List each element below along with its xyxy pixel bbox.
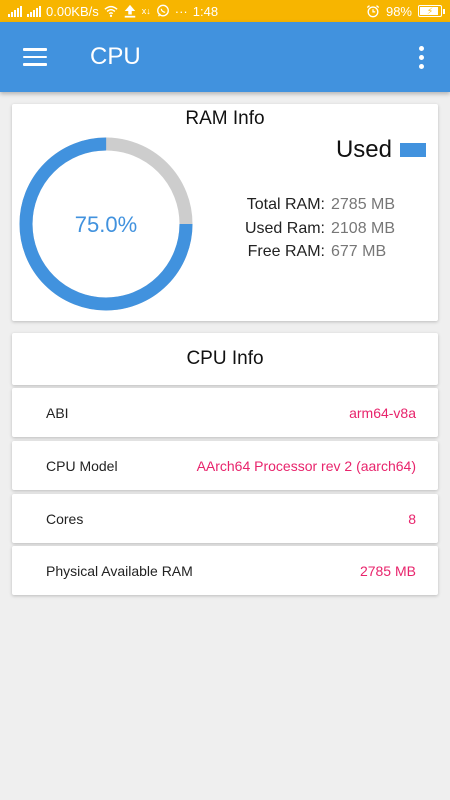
battery-percent: 98% bbox=[385, 3, 412, 19]
ram-info-card: RAM Info 75.0% Used Total RAM: 2785 MB U… bbox=[12, 104, 438, 321]
whatsapp-icon bbox=[156, 4, 169, 17]
row-value: 8 bbox=[408, 510, 416, 527]
row-label: Cores bbox=[46, 510, 84, 527]
row-value: arm64-v8a bbox=[349, 404, 416, 421]
legend-used-label: Used bbox=[335, 136, 392, 163]
cpu-info-row-physical-ram: Physical Available RAM 2785 MB bbox=[12, 546, 438, 595]
stat-used-ram: Used Ram: 2108 MB bbox=[212, 217, 395, 241]
stat-label: Total RAM: bbox=[246, 196, 325, 213]
wifi-icon bbox=[104, 5, 118, 17]
ram-legend: Used bbox=[336, 136, 426, 164]
status-time: 1:48 bbox=[192, 3, 219, 19]
status-bar: 0.00KB/s x↓ ··· 1:48 98% ⚡ bbox=[0, 0, 450, 22]
app-title: CPU bbox=[90, 43, 141, 70]
alarm-icon bbox=[366, 5, 380, 18]
row-value: 2785 MB bbox=[359, 562, 416, 579]
data-indicator: x↓ bbox=[141, 6, 151, 16]
app-bar: CPU bbox=[0, 22, 450, 92]
status-left: 0.00KB/s x↓ ··· 1:48 bbox=[8, 4, 218, 19]
ram-donut-chart: 75.0% bbox=[19, 137, 193, 311]
ram-percent-label: 75.0% bbox=[75, 212, 137, 237]
legend-used-swatch bbox=[400, 143, 426, 157]
cpu-info-row-model: CPU Model AArch64 Processor rev 2 (aarch… bbox=[12, 441, 438, 490]
cpu-info-card: CPU Info bbox=[12, 333, 438, 385]
cpu-info-title: CPU Info bbox=[186, 348, 264, 369]
battery-icon: ⚡ bbox=[418, 5, 445, 17]
more-vert-icon[interactable] bbox=[415, 42, 428, 73]
upload-icon bbox=[124, 4, 136, 18]
row-label: CPU Model bbox=[46, 457, 118, 474]
signal-icon bbox=[8, 5, 22, 17]
stat-value: 2108 MB bbox=[331, 219, 396, 237]
ram-info-title: RAM Info bbox=[185, 108, 265, 129]
signal-icon-2 bbox=[27, 5, 41, 17]
ram-stats: Total RAM: 2785 MB Used Ram: 2108 MB Fre… bbox=[212, 193, 395, 264]
row-value: AArch64 Processor rev 2 (aarch64) bbox=[196, 457, 416, 474]
stat-total-ram: Total RAM: 2785 MB bbox=[212, 193, 395, 217]
stat-value: 677 MB bbox=[331, 243, 387, 260]
status-right: 98% ⚡ bbox=[366, 3, 445, 19]
network-speed: 0.00KB/s bbox=[46, 3, 99, 19]
stat-label: Free RAM: bbox=[247, 243, 325, 260]
row-label: Physical Available RAM bbox=[46, 562, 193, 579]
stat-label: Used Ram: bbox=[244, 219, 325, 237]
cpu-info-row-cores: Cores 8 bbox=[12, 494, 438, 543]
more-notifications-icon: ··· bbox=[174, 3, 188, 19]
row-label: ABI bbox=[46, 404, 69, 421]
stat-free-ram: Free RAM: 677 MB bbox=[212, 240, 395, 264]
cpu-info-row-abi: ABI arm64-v8a bbox=[12, 388, 438, 437]
stat-value: 2785 MB bbox=[331, 196, 396, 213]
hamburger-menu-icon[interactable] bbox=[23, 48, 47, 66]
